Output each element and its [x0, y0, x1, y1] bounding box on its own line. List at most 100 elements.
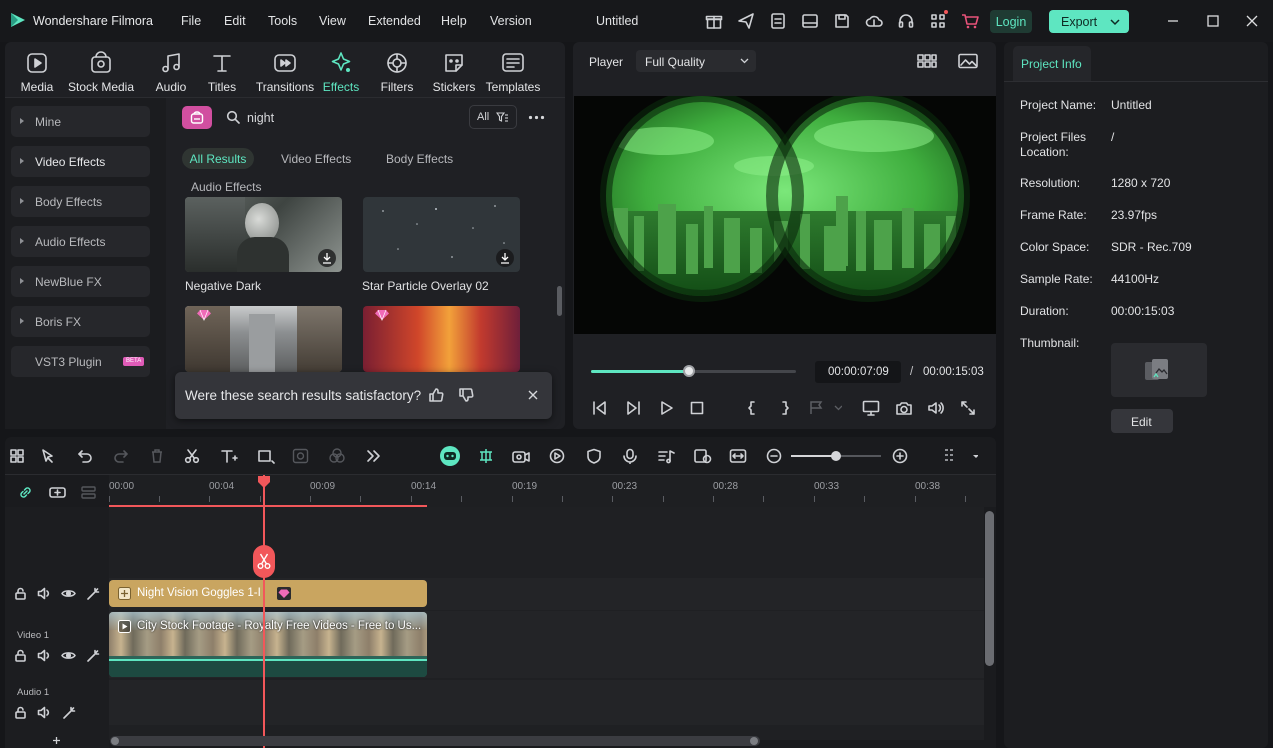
- send-icon[interactable]: [737, 12, 755, 30]
- lock-icon[interactable]: [14, 587, 27, 600]
- zoom-knob[interactable]: [831, 451, 841, 461]
- crop-icon[interactable]: [257, 448, 275, 464]
- sidebar-item-body-effects[interactable]: Body Effects: [11, 186, 150, 217]
- timeline-vertical-scrollbar[interactable]: [985, 511, 994, 666]
- more-options-icon[interactable]: [528, 115, 545, 120]
- snapshot-view-icon[interactable]: [958, 53, 978, 69]
- fit-timeline-icon[interactable]: [729, 448, 747, 464]
- playback-progress-track[interactable]: [591, 365, 796, 377]
- mark-out-icon[interactable]: [778, 400, 792, 416]
- audio-track-icon[interactable]: [657, 448, 675, 464]
- download-button[interactable]: [318, 249, 336, 267]
- more-tools-icon[interactable]: [365, 448, 381, 464]
- lock-icon[interactable]: [14, 649, 27, 662]
- magic-wand-icon[interactable]: [86, 649, 100, 662]
- fullscreen-icon[interactable]: [960, 400, 976, 416]
- cart-icon[interactable]: [960, 12, 980, 30]
- tab-titles[interactable]: Titles: [192, 50, 252, 94]
- tab-transitions[interactable]: Transitions: [253, 50, 317, 94]
- eye-icon[interactable]: [61, 649, 76, 662]
- add-track-icon[interactable]: [48, 484, 67, 501]
- speaker-icon[interactable]: [37, 649, 51, 662]
- close-popup-icon[interactable]: [528, 390, 538, 400]
- menu-help[interactable]: Help: [441, 14, 467, 28]
- effect-clip[interactable]: Night Vision Goggles 1-I: [109, 580, 427, 607]
- current-time-field[interactable]: 00:00:07:09: [815, 361, 901, 383]
- minimize-icon[interactable]: [1167, 15, 1179, 27]
- quality-dropdown[interactable]: Full Quality: [636, 50, 756, 72]
- video-clip[interactable]: City Stock Footage - Royalty Free Videos…: [109, 612, 427, 677]
- volume-icon[interactable]: [927, 400, 945, 416]
- add-icon[interactable]: [52, 736, 61, 745]
- tab-effects[interactable]: Effects: [311, 50, 371, 94]
- select-tool-icon[interactable]: [40, 448, 56, 464]
- cloud-upload-icon[interactable]: [865, 12, 883, 30]
- grid-view-icon[interactable]: [917, 53, 937, 69]
- tab-project-info[interactable]: Project Info: [1013, 46, 1091, 81]
- tab-stock-media[interactable]: Stock Media: [68, 50, 134, 94]
- result-thumbnail-negative-dark[interactable]: [185, 197, 342, 272]
- magic-wand-icon[interactable]: [62, 706, 76, 719]
- menu-version[interactable]: Version: [490, 14, 532, 28]
- mark-in-icon[interactable]: [745, 400, 759, 416]
- color-match-icon[interactable]: [292, 448, 310, 464]
- thumbnail-placeholder[interactable]: [1111, 343, 1207, 397]
- record-screen-icon[interactable]: [511, 448, 531, 464]
- menu-tools[interactable]: Tools: [268, 14, 297, 28]
- sidebar-item-vst3-plugin[interactable]: VST3 Plugin BETA: [11, 346, 150, 377]
- tab-video-effects[interactable]: Video Effects: [281, 152, 351, 166]
- results-scrollbar[interactable]: [557, 286, 562, 316]
- playhead-handle-icon[interactable]: [257, 475, 271, 489]
- link-icon[interactable]: [17, 484, 34, 501]
- sidebar-item-video-effects[interactable]: Video Effects: [11, 146, 150, 177]
- shield-icon[interactable]: [585, 448, 603, 464]
- redo-icon[interactable]: [113, 448, 129, 464]
- play-icon[interactable]: [658, 400, 674, 416]
- timeline-ruler[interactable]: [109, 475, 996, 507]
- lock-icon[interactable]: [14, 706, 27, 719]
- sidebar-item-boris-fx[interactable]: Boris FX: [11, 306, 150, 337]
- track-manager-icon[interactable]: [80, 484, 97, 501]
- speaker-icon[interactable]: [37, 706, 51, 719]
- ai-mate-icon[interactable]: [439, 445, 461, 467]
- result-thumbnail-city-warm[interactable]: [363, 306, 520, 372]
- magic-wand-icon[interactable]: [86, 587, 100, 600]
- stop-icon[interactable]: [689, 400, 705, 416]
- display-icon[interactable]: [862, 400, 880, 416]
- split-button[interactable]: [253, 545, 275, 578]
- tab-templates[interactable]: Templates: [482, 50, 544, 94]
- tab-all-results[interactable]: All Results: [182, 148, 254, 169]
- speaker-icon[interactable]: [37, 587, 51, 600]
- timeline-options-icon[interactable]: [942, 446, 978, 466]
- eye-icon[interactable]: [61, 587, 76, 600]
- microphone-icon[interactable]: [621, 448, 639, 464]
- scroll-handle-left[interactable]: [111, 737, 119, 745]
- step-back-icon[interactable]: [592, 400, 608, 416]
- tab-stickers[interactable]: Stickers: [424, 50, 484, 94]
- close-icon[interactable]: [1246, 15, 1258, 27]
- playhead-line[interactable]: [263, 475, 265, 748]
- timeline-horizontal-scrollbar[interactable]: [110, 736, 760, 746]
- scroll-handle-right[interactable]: [750, 737, 758, 745]
- result-thumbnail-star-particle[interactable]: [363, 197, 520, 272]
- sidebar-item-audio-effects[interactable]: Audio Effects: [11, 226, 150, 257]
- tab-body-effects[interactable]: Body Effects: [386, 152, 453, 166]
- layout-icon[interactable]: [801, 12, 819, 30]
- video-preview[interactable]: [574, 96, 996, 334]
- menu-file[interactable]: File: [181, 14, 201, 28]
- search-input[interactable]: night: [247, 111, 274, 125]
- thumbs-down-icon[interactable]: [458, 387, 474, 403]
- sidebar-item-newblue-fx[interactable]: NewBlue FX: [11, 266, 150, 297]
- proxy-icon[interactable]: [693, 448, 713, 464]
- thumbs-up-icon[interactable]: [428, 387, 444, 403]
- zoom-in-icon[interactable]: [892, 448, 908, 464]
- menu-view[interactable]: View: [319, 14, 346, 28]
- tab-audio-effects[interactable]: Audio Effects: [191, 180, 262, 194]
- delete-icon[interactable]: [149, 448, 165, 464]
- auto-reframe-icon[interactable]: [548, 448, 566, 464]
- menu-edit[interactable]: Edit: [224, 14, 246, 28]
- menu-extended[interactable]: Extended: [368, 14, 421, 28]
- export-button[interactable]: Export: [1049, 10, 1129, 33]
- filter-dropdown[interactable]: All: [469, 105, 517, 129]
- marker-icon[interactable]: [808, 400, 842, 416]
